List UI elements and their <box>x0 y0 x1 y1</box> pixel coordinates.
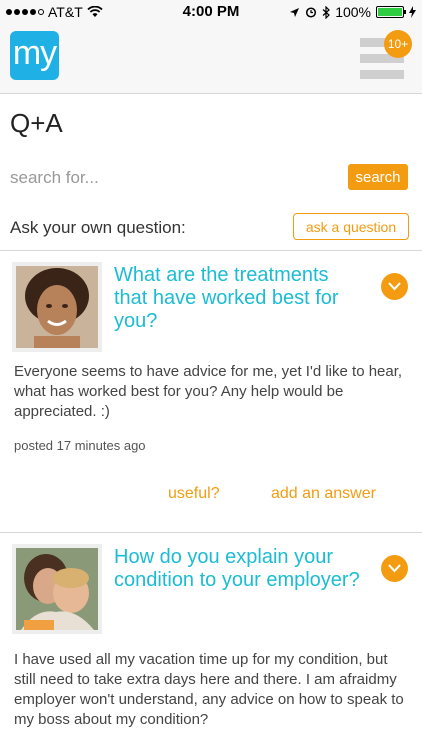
ask-question-label: Ask your own question: <box>10 218 186 237</box>
location-arrow-icon <box>290 7 300 17</box>
avatar <box>12 262 102 352</box>
question-title[interactable]: How do you explain your condition to you… <box>114 546 364 592</box>
divider <box>0 250 422 251</box>
chevron-down-icon <box>388 282 401 291</box>
status-bar: AT&T 4:00 PM 100% <box>0 0 422 24</box>
expand-button[interactable] <box>381 555 408 582</box>
posted-time: posted 17 minutes ago <box>14 438 146 453</box>
alarm-icon <box>306 7 317 18</box>
battery-percent: 100% <box>335 4 371 20</box>
search-button[interactable]: search <box>348 164 408 190</box>
charging-icon <box>409 6 416 18</box>
bluetooth-icon <box>322 5 331 19</box>
useful-link[interactable]: useful? <box>168 485 220 503</box>
ask-question-button[interactable]: ask a question <box>293 213 409 240</box>
question-body: Everyone seems to have advice for me, ye… <box>14 363 403 420</box>
menu-button[interactable]: 10+ <box>360 30 412 82</box>
question-body: I have used all my vacation time up for … <box>14 651 404 728</box>
chevron-down-icon <box>388 564 401 573</box>
status-right: 100% <box>289 4 416 20</box>
page-title: Q+A <box>10 108 63 138</box>
app-logo[interactable]: my <box>10 31 59 80</box>
question-title[interactable]: What are the treatments that have worked… <box>114 264 364 333</box>
divider <box>0 532 422 533</box>
battery-icon <box>376 6 406 18</box>
notification-badge: 10+ <box>384 30 412 58</box>
app-header: my 10+ <box>0 24 422 94</box>
add-answer-link[interactable]: add an answer <box>271 485 376 503</box>
menu-bar <box>360 70 404 79</box>
expand-button[interactable] <box>381 273 408 300</box>
search-input[interactable] <box>10 164 330 192</box>
avatar <box>12 544 102 634</box>
